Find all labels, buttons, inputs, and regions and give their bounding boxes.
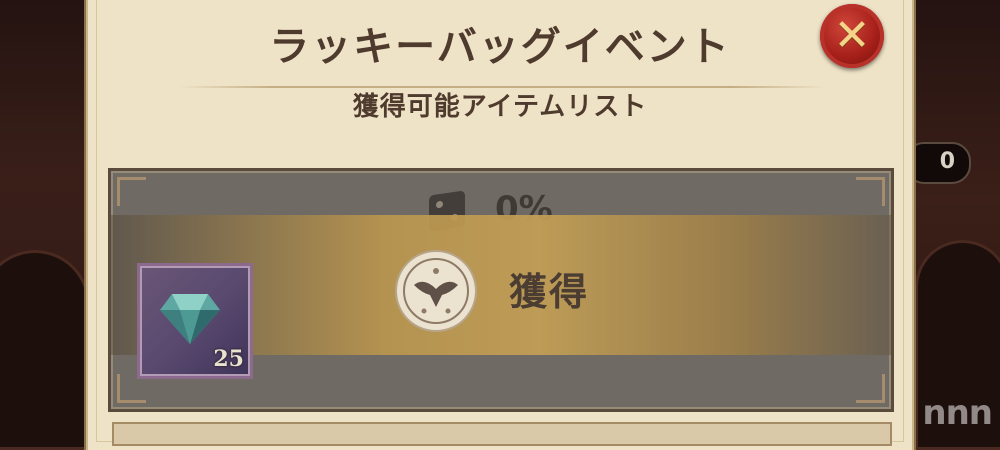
frame-corner — [856, 374, 885, 403]
close-button[interactable]: ✕ — [820, 4, 884, 68]
next-item-group-card — [112, 422, 892, 446]
item-count: 25 — [213, 346, 244, 372]
dialog-subtitle: 獲得可能アイテムリスト — [352, 92, 648, 122]
lucky-bag-dialog: ラッキーバッグイベント 獲得可能アイテムリスト 0% 獲得 25 — [88, 0, 912, 450]
close-icon: ✕ — [833, 10, 871, 61]
background-right — [900, 0, 1000, 450]
currency-counter-value: 0 — [939, 149, 955, 174]
dialog-title: ラッキーバッグイベント — [269, 24, 731, 70]
watermark: nnn — [922, 393, 993, 433]
gem-icon — [160, 294, 220, 344]
item-group-card: 0% 獲得 25 — [108, 168, 894, 412]
acquired-badge-icon — [395, 250, 477, 332]
currency-counter: 0 — [905, 142, 971, 184]
background-left — [0, 0, 95, 450]
item-slot[interactable]: 25 — [137, 263, 253, 379]
acquired-status-text: 獲得 — [509, 270, 590, 314]
background-arch-left — [0, 250, 90, 450]
